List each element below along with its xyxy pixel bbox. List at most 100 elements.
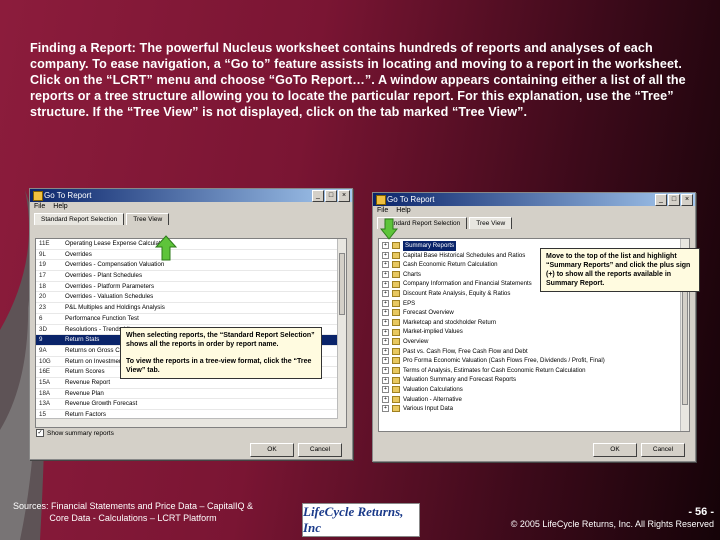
tree-node[interactable]: + Overview — [379, 337, 689, 347]
menu-file[interactable]: File — [34, 202, 45, 212]
list-item[interactable]: 15A Revenue Report — [36, 378, 346, 389]
report-code: 3D — [39, 325, 47, 333]
tree-node[interactable]: + Marketcap and stockholder Return — [379, 318, 689, 328]
window-title: Go To Report — [44, 191, 92, 200]
maximize-button[interactable]: □ — [668, 194, 680, 206]
tree-node[interactable]: + EPS — [379, 299, 689, 309]
tree-node-label: Marketcap and stockholder Return — [403, 318, 497, 326]
menubar: File Help — [30, 202, 352, 212]
expand-plus-icon[interactable]: + — [382, 251, 389, 259]
tab-tree-view[interactable]: Tree View — [126, 213, 170, 225]
tree-node[interactable]: + Forecast Overview — [379, 308, 689, 318]
expand-plus-icon[interactable]: + — [382, 376, 389, 384]
tab-tree-view[interactable]: Tree View — [469, 217, 513, 229]
sources-footer: Sources: Financial Statements and Price … — [12, 501, 254, 523]
expand-plus-icon[interactable]: + — [382, 261, 389, 269]
list-item[interactable]: 9L Overrides — [36, 250, 346, 261]
report-name: Overrides — [65, 250, 92, 258]
report-code: 9L — [39, 250, 46, 258]
report-name: Overrides - Platform Parameters — [65, 282, 155, 290]
cancel-button[interactable]: Cancel — [641, 443, 685, 457]
folder-icon — [392, 319, 400, 327]
folder-icon — [392, 338, 400, 346]
tree-node-label: Capital Base Historical Schedules and Ra… — [403, 251, 526, 259]
down-arrow-icon — [380, 218, 398, 240]
tree-node[interactable]: + Valuation Calculations — [379, 385, 689, 395]
minimize-button[interactable]: _ — [312, 190, 324, 202]
checkbox-box[interactable]: ✓ — [36, 429, 44, 437]
company-logo: LifeCycle Returns, Inc — [302, 503, 420, 537]
cancel-button[interactable]: Cancel — [298, 443, 342, 457]
list-item[interactable]: 17 Overrides - Plant Schedules — [36, 271, 346, 282]
expand-plus-icon[interactable]: + — [382, 367, 389, 375]
tree-node-label: Cash Economic Return Calculation — [403, 261, 498, 269]
folder-icon — [392, 299, 400, 307]
expand-plus-icon[interactable]: + — [382, 328, 389, 336]
tab-standard-report-selection[interactable]: Standard Report Selection — [34, 213, 125, 225]
report-name: Revenue Report — [65, 378, 111, 386]
report-code: 13A — [39, 400, 51, 408]
expand-plus-icon[interactable]: + — [382, 357, 389, 365]
page-number: - 56 - — [688, 506, 714, 518]
expand-plus-icon[interactable]: + — [382, 405, 389, 413]
tree-node[interactable]: + Terms of Analysis, Estimates for Cash E… — [379, 366, 689, 376]
list-item[interactable]: 6 Performance Function Test — [36, 314, 346, 325]
report-name: Revenue Plan — [65, 389, 104, 397]
expand-plus-icon[interactable]: + — [382, 242, 389, 250]
list-item[interactable]: 19 Overrides - Compensation Valuation — [36, 260, 346, 272]
list-item[interactable]: 23 P&L Multiples and Holdings Analysis — [36, 303, 346, 314]
expand-plus-icon[interactable]: + — [382, 271, 389, 279]
tree-node[interactable]: + Past vs. Cash Flow, Free Cash Flow and … — [379, 347, 689, 357]
tree-node[interactable]: + Market-implied Values — [379, 327, 689, 337]
expand-plus-icon[interactable]: + — [382, 338, 389, 346]
list-item[interactable]: 20 Overrides - Valuation Schedules — [36, 292, 346, 304]
expand-plus-icon[interactable]: + — [382, 347, 389, 355]
folder-icon — [392, 347, 400, 355]
list-hscrollbar[interactable] — [36, 418, 338, 427]
tree-node-label: EPS — [403, 299, 416, 307]
minimize-button[interactable]: _ — [655, 194, 667, 206]
tree-node[interactable]: + Pro Forma Economic Valuation (Cash Flow… — [379, 356, 689, 366]
ok-button[interactable]: OK — [250, 443, 294, 457]
expand-plus-icon[interactable]: + — [382, 299, 389, 307]
folder-icon — [392, 290, 400, 298]
list-scrollbar[interactable] — [337, 239, 346, 427]
close-button[interactable]: × — [681, 194, 693, 206]
list-item[interactable]: 18 Overrides - Platform Parameters — [36, 282, 346, 293]
tab-strip: Standard Report Selection Tree View — [30, 213, 352, 225]
tree-node-label: Discount Rate Analysis, Equity & Ratios — [403, 289, 511, 297]
tree-node-label: Past vs. Cash Flow, Free Cash Flow and D… — [403, 347, 528, 355]
tree-node[interactable]: + Various Input Data — [379, 404, 689, 414]
callout-paragraph-2: To view the reports in a tree-view forma… — [126, 358, 312, 374]
ok-button[interactable]: OK — [593, 443, 637, 457]
list-item[interactable]: 11E Operating Lease Expense Calculation — [36, 239, 346, 250]
tree-node[interactable]: + Valuation Summary and Forecast Reports — [379, 375, 689, 385]
menu-help[interactable]: Help — [396, 206, 410, 216]
report-code: 9 — [39, 336, 43, 344]
window-titlebar: Go To Report _ □ × — [373, 193, 695, 206]
expand-plus-icon[interactable]: + — [382, 280, 389, 288]
tree-node[interactable]: + Valuation - Alternative — [379, 395, 689, 405]
menubar: File Help — [373, 206, 695, 216]
expand-plus-icon[interactable]: + — [382, 319, 389, 327]
list-item[interactable]: 13A Revenue Growth Forecast — [36, 399, 346, 410]
tree-node-label: Overview — [403, 337, 429, 345]
list-item[interactable]: 18A Revenue Plan — [36, 389, 346, 400]
expand-plus-icon[interactable]: + — [382, 386, 389, 394]
menu-help[interactable]: Help — [53, 202, 67, 212]
tree-node-label: Valuation Summary and Forecast Reports — [403, 376, 517, 384]
expand-plus-icon[interactable]: + — [382, 309, 389, 317]
report-name: Operating Lease Expense Calculation — [65, 240, 169, 247]
expand-plus-icon[interactable]: + — [382, 395, 389, 403]
tab-strip: Standard Report Selection Tree View — [373, 217, 695, 229]
summary-reports-checkbox[interactable]: ✓ Show summary reports — [36, 429, 114, 437]
expand-plus-icon[interactable]: + — [382, 290, 389, 298]
tree-node-label: Charts — [403, 270, 421, 278]
maximize-button[interactable]: □ — [325, 190, 337, 202]
report-code: 11E — [39, 240, 50, 247]
report-name: Revenue Growth Forecast — [65, 400, 138, 408]
report-code: 9A — [39, 346, 47, 354]
folder-icon — [392, 261, 400, 269]
close-button[interactable]: × — [338, 190, 350, 202]
menu-file[interactable]: File — [377, 206, 388, 216]
